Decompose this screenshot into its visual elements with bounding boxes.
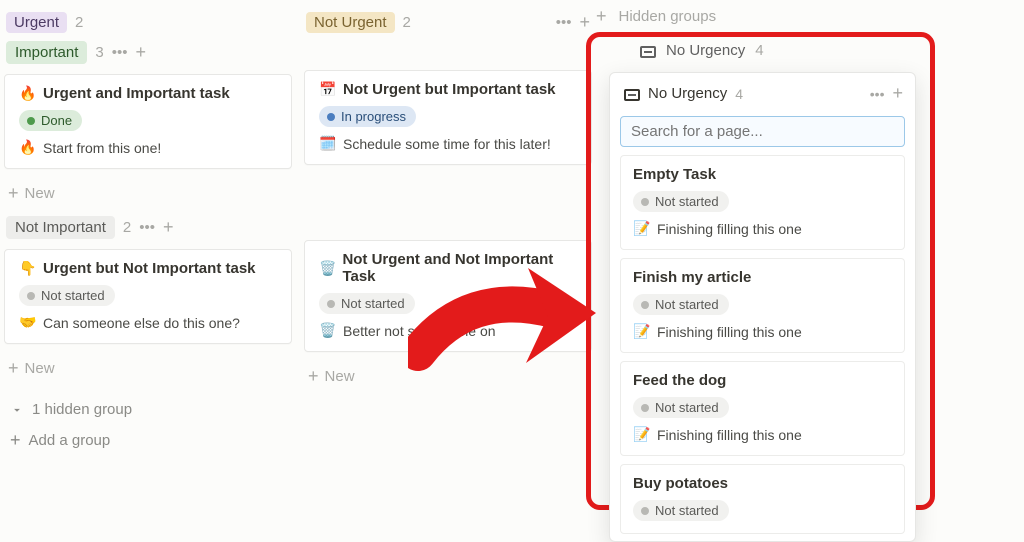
inbox-icon	[624, 89, 640, 101]
inbox-icon	[640, 46, 656, 58]
hidden-groups-header: + Hidden groups	[596, 6, 716, 27]
note-icon: 📝	[633, 323, 651, 340]
status-badge: In progress	[319, 106, 416, 127]
list-item[interactable]: Feed the dog Not started 📝Finishing fill…	[620, 361, 905, 456]
new-button[interactable]: + New	[304, 360, 592, 397]
handshake-icon: 🤝	[19, 314, 37, 331]
list-item[interactable]: Buy potatoes Not started	[620, 464, 905, 534]
card-urgent-important[interactable]: 🔥 Urgent and Important task Done 🔥 Start…	[4, 74, 292, 169]
popover-no-urgency: No Urgency 4 ••• + Empty Task Not starte…	[609, 72, 916, 542]
plus-icon[interactable]: +	[163, 217, 174, 238]
pointdown-icon: 👇	[19, 260, 37, 277]
plus-icon[interactable]: +	[596, 6, 607, 27]
tag-noturgent[interactable]: Not Urgent	[306, 12, 395, 33]
card-title-text: Urgent but Not Important task	[43, 260, 256, 277]
hidden-group-toggle[interactable]: 1 hidden group	[10, 395, 286, 424]
chip-not-important[interactable]: Not Important	[6, 216, 115, 239]
card-desc-text: Better not spend time on	[343, 323, 496, 339]
calendar-icon: 📅	[319, 81, 337, 98]
urgent-count: 2	[75, 14, 83, 31]
note-icon: 📝	[633, 220, 651, 237]
noturgent-count: 2	[403, 14, 411, 31]
more-icon[interactable]: •••	[556, 14, 572, 31]
trash-icon: 🗑️	[319, 260, 336, 277]
popover-list: Empty Task Not started 📝Finishing fillin…	[610, 155, 915, 535]
hidden-groups-label[interactable]: Hidden groups	[619, 8, 717, 25]
section-important: Important 3 ••• +	[4, 39, 148, 66]
card-noturgent-notimportant[interactable]: 🗑️ Not Urgent and Not Important Task Not…	[304, 240, 592, 352]
status-dot-icon	[27, 292, 35, 300]
more-icon[interactable]: •••	[112, 44, 128, 61]
calendar-icon: 🗓️	[319, 135, 337, 152]
footer: 1 hidden group + Add a group	[4, 389, 292, 463]
section-not-important: Not Important 2 ••• +	[4, 214, 176, 241]
status-dot-icon	[641, 507, 649, 515]
status-badge: Not started	[19, 285, 115, 306]
status-dot-icon	[641, 404, 649, 412]
plus-icon[interactable]: +	[135, 42, 146, 63]
col-noturgent: Not Urgent 2 ••• + 📅 Not Urgent but Impo…	[304, 8, 592, 463]
card-title-text: Urgent and Important task	[43, 85, 230, 102]
card-title-text: Not Urgent and Not Important Task	[342, 251, 577, 285]
notimportant-count: 2	[123, 219, 131, 236]
col-urgent: Urgent 2 Important 3 ••• + 🔥 Urgent and …	[4, 8, 292, 463]
important-count: 3	[95, 44, 103, 61]
fire-icon: 🔥	[19, 85, 37, 102]
status-dot-icon	[327, 300, 335, 308]
fire-icon: 🔥	[19, 139, 37, 156]
trash-icon: 🗑️	[319, 322, 337, 339]
status-badge: Not started	[319, 293, 415, 314]
note-icon: 📝	[633, 426, 651, 443]
add-group-button[interactable]: + Add a group	[10, 424, 286, 457]
search-input[interactable]	[631, 123, 894, 140]
popover-count: 4	[735, 86, 743, 102]
chip-important[interactable]: Important	[6, 41, 87, 64]
search-input-wrap	[620, 116, 905, 147]
card-desc-text: Schedule some time for this later!	[343, 136, 551, 152]
new-button[interactable]: + New	[4, 177, 292, 214]
status-dot-icon	[641, 198, 649, 206]
col-header-noturgent: Not Urgent 2 ••• +	[304, 8, 592, 39]
plus-icon: +	[308, 366, 319, 387]
col-header-urgent: Urgent 2	[4, 8, 292, 39]
status-dot-icon	[327, 113, 335, 121]
group-no-urgency[interactable]: No Urgency 4	[640, 42, 764, 59]
plus-icon: +	[10, 430, 21, 451]
tag-urgent[interactable]: Urgent	[6, 12, 67, 33]
plus-icon: +	[8, 183, 19, 204]
status-badge: Done	[19, 110, 82, 131]
status-dot-icon	[641, 301, 649, 309]
card-urgent-notimportant[interactable]: 👇 Urgent but Not Important task Not star…	[4, 249, 292, 344]
card-desc-text: Can someone else do this one?	[43, 315, 240, 331]
list-item[interactable]: Finish my article Not started 📝Finishing…	[620, 258, 905, 353]
list-item[interactable]: Empty Task Not started 📝Finishing fillin…	[620, 155, 905, 250]
chevron-down-icon	[10, 403, 24, 417]
status-dot-icon	[27, 117, 35, 125]
popover-title: No Urgency	[648, 85, 727, 102]
plus-icon[interactable]: +	[892, 83, 903, 104]
card-desc-text: Start from this one!	[43, 140, 161, 156]
more-icon[interactable]: •••	[870, 86, 885, 102]
card-title-text: Not Urgent but Important task	[343, 81, 556, 98]
card-noturgent-important[interactable]: 📅 Not Urgent but Important task In progr…	[304, 70, 592, 165]
more-icon[interactable]: •••	[139, 219, 155, 236]
plus-icon[interactable]: +	[579, 12, 590, 33]
plus-icon: +	[8, 358, 19, 379]
new-button[interactable]: + New	[4, 352, 292, 389]
